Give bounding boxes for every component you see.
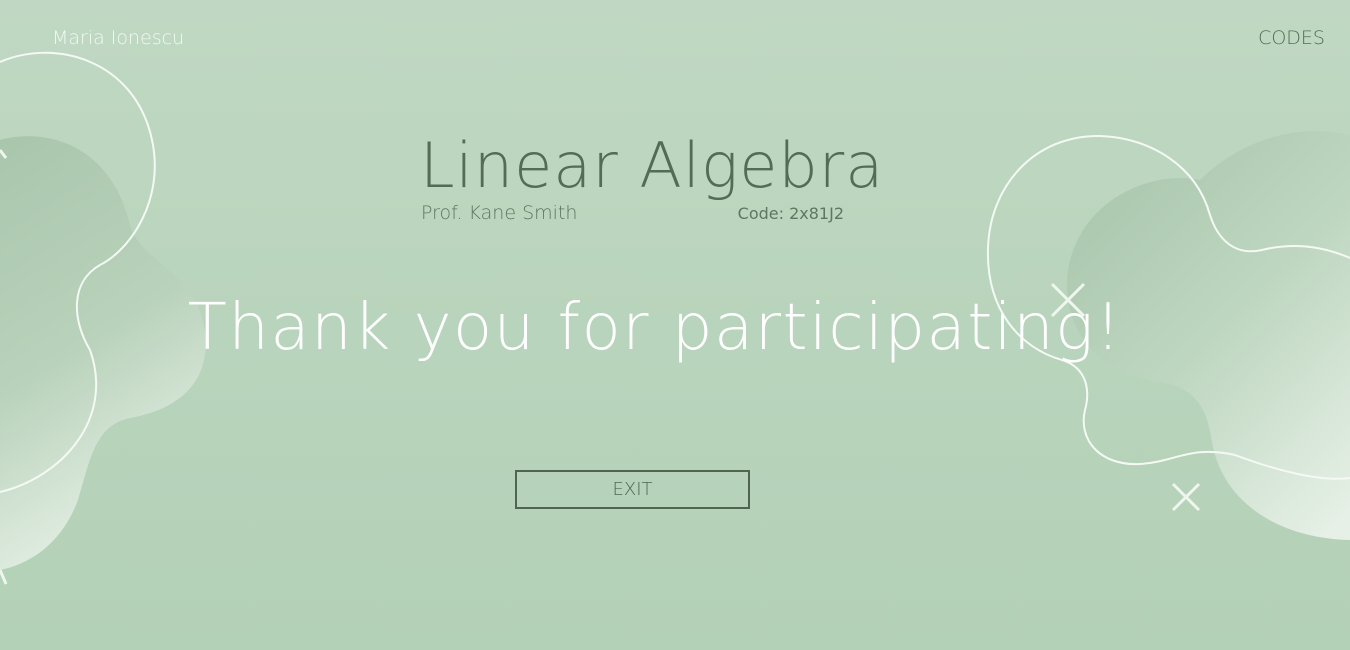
course-code: Code: 2x81J2 (737, 204, 844, 223)
user-name: Maria Ionescu (52, 27, 185, 49)
exit-button[interactable]: EXIT (515, 470, 750, 509)
course-title: Linear Algebra (420, 129, 885, 202)
professor-name: Prof. Kane Smith (421, 202, 578, 224)
codes-link[interactable]: CODES (1258, 27, 1325, 49)
course-header: Linear Algebra Prof. Kane Smith Code: 2x… (420, 128, 885, 226)
thank-you-message: Thank you for participating! (187, 291, 1123, 365)
left-outline-shape (0, 51, 156, 493)
course-meta: Prof. Kane Smith Code: 2x81J2 (420, 202, 844, 226)
